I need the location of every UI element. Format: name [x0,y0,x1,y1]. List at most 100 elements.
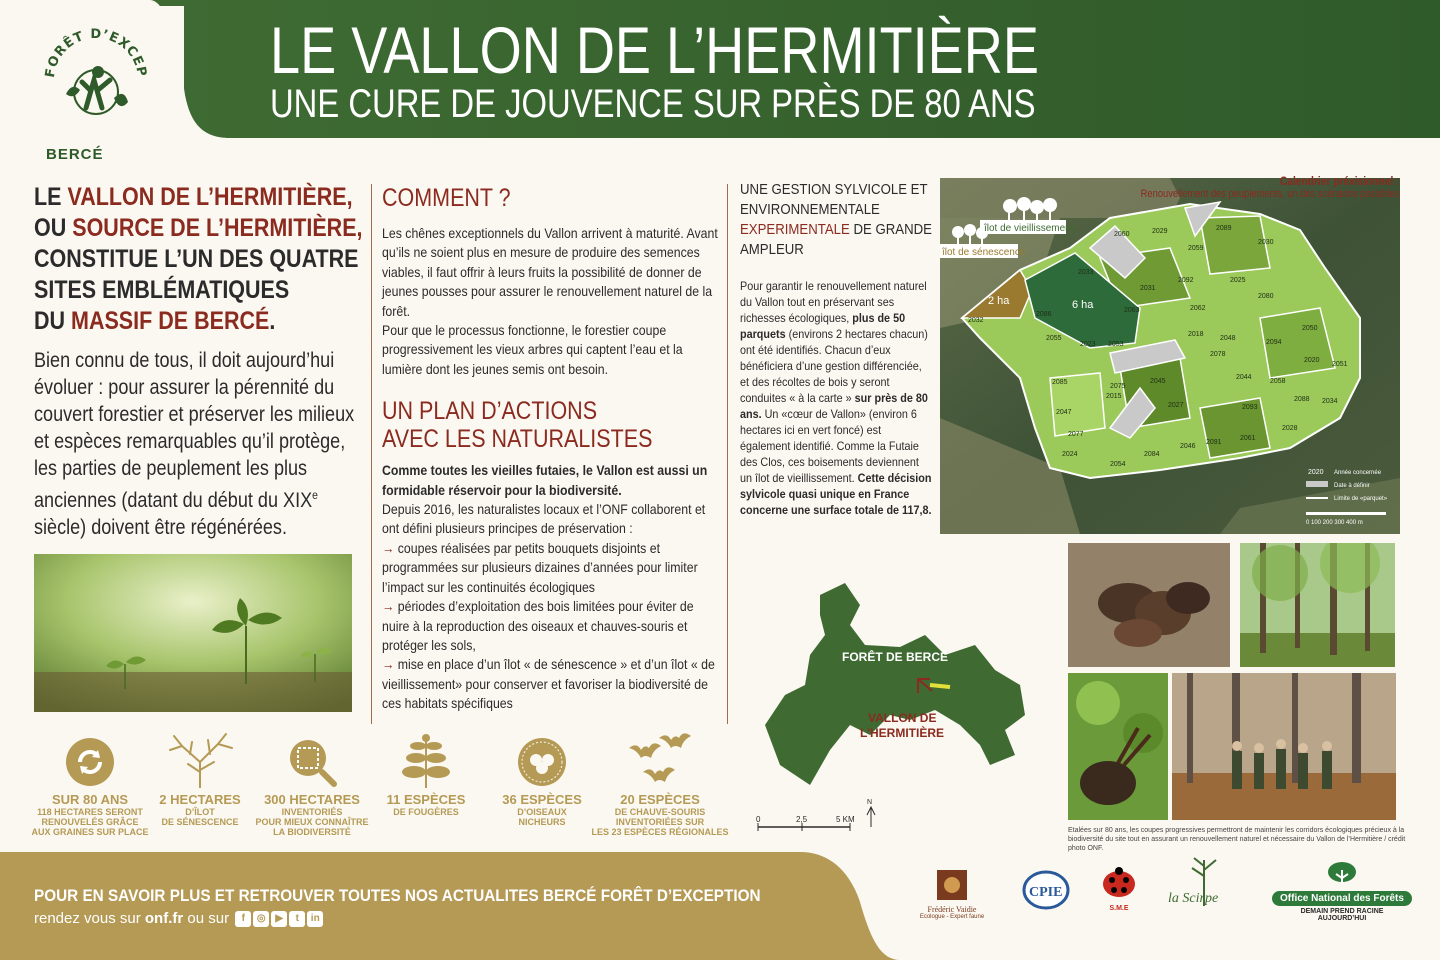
stat-20-especes-chauves-souris: 20 ESPÈCES DE CHAUVE-SOURIS INVENTORIÉES… [590,732,730,837]
parcel-label: 2094 [1266,339,1282,346]
plan-item-2: → périodes d’exploitation des bois limit… [382,598,694,653]
vallon-location-marker [929,683,951,689]
footer-links: rendez vous sur onf.fr ou sur f ◎ ▶ t in [34,910,324,928]
stag-beetle-photo [1068,673,1168,820]
parcel-label: 2047 [1056,409,1072,416]
naturalists-photo [1172,673,1396,820]
magnifier-icon [290,740,337,787]
column-divider-1 [371,184,372,724]
logo-emblem-icon: FORÊT D’EXCEPTION [36,20,148,115]
actions-column: COMMENT ? Les chênes exceptionnels du Va… [382,184,722,714]
calendar-caption: Calendrier prévisionnel : Renouvellement… [1141,174,1400,200]
plan-paragraph: Depuis 2016, les naturalistes locaux et … [382,501,706,537]
svg-text:5 KM: 5 KM [836,815,855,824]
parcel-label: 2086 [1036,311,1052,318]
intro-paragraph: Bien connu de tous, il doit aujourd’hui … [34,349,355,539]
arrow-right-icon: → [382,598,395,615]
header-banner: FORÊT D’EXCEPTION BERCÉ LE VALLON DE L’H… [0,0,1440,166]
parcel-label: 2050 [1302,325,1318,332]
photo-caption: Etalées sur 80 ans, les coupes progressi… [1068,827,1406,852]
foret-exception-logo: FORÊT D’EXCEPTION BERCÉ [14,6,184,166]
gestion-paragraph: Pour garantir le renouvellement naturel … [740,279,932,517]
parcel-label: 2020 [1304,357,1320,364]
partner-onf: Office National des Forêts DEMAIN PREND … [1272,862,1412,922]
parcel-label: 2077 [1068,431,1084,438]
north-arrow-icon [866,805,876,827]
parcel-label: 2093 [1242,404,1258,411]
area-2ha-label: 2 ha [988,295,1010,307]
page-subtitle: UNE CURE DE JOUVENCE SUR PRÈS DE 80 ANS [270,82,1036,126]
parcel-label: 2018 [1188,331,1204,338]
gestion-column: UNE GESTION SYLVICOLE ET ENVIRONNEMENTAL… [740,180,940,518]
parcel-label: 2063 [1124,307,1140,314]
stat-36-especes-oiseaux: 36 ESPÈCES D’OISEAUX NICHEURS [482,736,602,827]
parcel-label: 2092 [1178,277,1194,284]
youtube-icon[interactable]: ▶ [271,911,288,928]
stat-2-hectares: 2 HECTARES D’ÎLOT DE SÉNESCENCE [140,732,260,827]
ilot-senescence-label: îlot de sénescence [941,247,1026,258]
area-6ha-label: 6 ha [1072,299,1094,311]
partner-sme: S.M.E [1094,866,1144,912]
forest-shape [765,583,1025,785]
vallon-label-1: VALLON DE [868,711,936,725]
comment-paragraph-2: Pour que le processus fonctionne, le for… [382,322,683,377]
parcel-label: 2085 [1052,379,1068,386]
ilot-vieillissement-label: îlot de vieillissement [983,223,1074,234]
stat-300-hectares: 300 HECTARES INVENTORIÉS POUR MIEUX CONN… [252,736,372,837]
scirpe-logo-icon: la Scirpe [1168,857,1218,906]
cpie-logo-icon: CPIE [1022,870,1070,910]
partner-scirpe: la Scirpe [1164,856,1254,915]
parcel-label: 2027 [1168,402,1184,409]
arrow-right-icon: → [382,656,395,673]
parcel-label: 2048 [1220,335,1236,342]
locator-map: FORÊT DE BERCÉ VALLON DE L’HERMITIÈRE 0 … [750,575,1060,835]
parcel-label: 2058 [1270,378,1286,385]
parcel-map: îlot de vieillissement îlot de sénescenc… [940,178,1400,534]
ladybug-icon [1103,867,1135,897]
svg-text:CPIE: CPIE [1029,885,1062,900]
fern-icon [402,734,450,788]
instagram-icon[interactable]: ◎ [253,911,270,928]
onf-link[interactable]: onf.fr [145,910,183,927]
parcel-label: 2088 [1294,396,1310,403]
svg-text:2,5: 2,5 [796,815,808,824]
column-divider-2 [727,184,728,724]
linkedin-icon[interactable]: in [307,911,324,928]
logo-place-label: BERCÉ [46,146,104,163]
bats-photo [1068,543,1230,667]
forest-name-label: FORÊT DE BERCÉ [842,649,948,664]
intro-column: LE VALLON DE L’HERMITIÈRE, OU SOURCE DE … [34,182,364,541]
parcel-label: 2078 [1210,351,1226,358]
plan-item-1: → coupes réalisées par petits bouquets d… [382,539,698,595]
north-label: N [867,799,872,806]
parcel-label: 2028 [1282,425,1298,432]
plan-lead: Comme toutes les vieilles futaies, le Va… [382,462,708,498]
svg-text:Année concernée: Année concernée [1334,470,1382,476]
plan-heading-1: UN PLAN D’ACTIONS [382,397,598,426]
stat-11-especes-fougeres: 11 ESPÈCES DE FOUGÈRES [366,732,486,817]
svg-text:0: 0 [756,815,761,824]
partner-cpie: CPIE [1018,870,1074,915]
svg-text:Date à définir: Date à définir [1334,483,1370,489]
key-figures: SUR 80 ANS 118 HECTARES SERONT RENOUVELÉ… [0,732,740,842]
parcel-label: 2089 [1216,225,1232,232]
parcel-label: 2059 [1188,245,1204,252]
parcel-label: 2024 [1062,451,1078,458]
page-title: LE VALLON DE L’HERMITIÈRE [270,13,1039,87]
twitter-icon[interactable]: t [289,911,306,928]
footer-title: POUR EN SAVOIR PLUS ET RETROUVER TOUTES … [34,886,761,905]
parcel-label: 2053 [1108,341,1124,348]
parcel-label: 2080 [1258,293,1274,300]
vallon-label-2: L’HERMITIÈRE [860,725,944,740]
facebook-icon[interactable]: f [235,911,252,928]
plan-heading-2: AVEC LES NATURALISTES [382,425,653,454]
arrow-right-icon: → [382,539,395,556]
svg-text:2020: 2020 [1308,469,1324,476]
gestion-heading: UNE GESTION SYLVICOLE ET ENVIRONNEMENTAL… [740,181,932,258]
comment-paragraph-1: Les chênes exceptionnels du Vallon arriv… [382,225,718,319]
plan-item-3: → mise en place d’un îlot « de sénescenc… [382,656,715,712]
parcel-label: 2033 [1078,269,1094,276]
svg-text:0 100 200 300 400 m: 0 100 200 300 400 m [1306,520,1363,526]
stat-80-ans: SUR 80 ANS 118 HECTARES SERONT RENOUVELÉ… [30,736,150,837]
dead-tree-icon [169,733,233,788]
